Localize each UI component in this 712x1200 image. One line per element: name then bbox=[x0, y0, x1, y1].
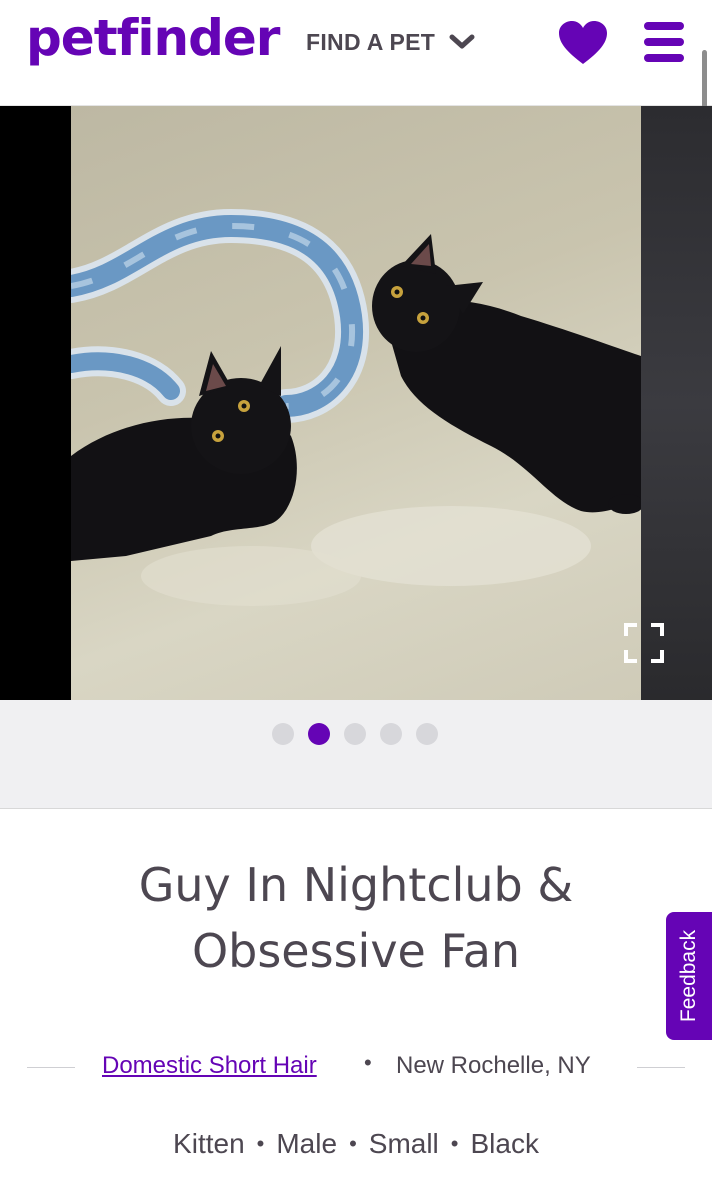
pet-name-heading: Guy In Nightclub & Obsessive Fan bbox=[60, 852, 652, 984]
carousel-pagination bbox=[0, 700, 712, 809]
cats-photo-illustration bbox=[71, 208, 641, 606]
pagination-dot[interactable] bbox=[416, 723, 438, 745]
feedback-tab[interactable]: Feedback bbox=[666, 912, 712, 1040]
breed-link[interactable]: Domestic Short Hair bbox=[102, 1052, 317, 1080]
chevron-down-icon bbox=[449, 34, 475, 49]
separator-dot: • bbox=[364, 1050, 372, 1075]
pet-name-line-2: Obsessive Fan bbox=[191, 924, 521, 978]
separator-dot: • bbox=[450, 1131, 459, 1156]
next-photo-preview[interactable] bbox=[641, 106, 712, 700]
separator-dot: • bbox=[256, 1131, 265, 1156]
breed-location-row: Domestic Short Hair • New Rochelle, NY bbox=[0, 1046, 712, 1086]
pet-name-line-1: Guy In Nightclub & bbox=[138, 858, 574, 912]
separator-dot: • bbox=[349, 1131, 357, 1156]
pet-photo[interactable] bbox=[71, 106, 641, 700]
registered-mark: ® bbox=[262, 40, 268, 49]
pet-location: New Rochelle, NY bbox=[396, 1052, 591, 1079]
site-header: petfinder ® FIND A PET bbox=[0, 0, 712, 106]
find-a-pet-menu[interactable]: FIND A PET bbox=[306, 26, 475, 58]
pagination-dot[interactable] bbox=[272, 723, 294, 745]
divider-left bbox=[27, 1067, 75, 1068]
expand-icon[interactable] bbox=[623, 622, 665, 664]
pet-attributes: Kitten • Male • Small • Black bbox=[0, 1128, 712, 1168]
photo-carousel[interactable] bbox=[0, 106, 712, 700]
petfinder-logo[interactable]: petfinder bbox=[26, 6, 280, 70]
pagination-dot[interactable] bbox=[344, 723, 366, 745]
find-a-pet-label: FIND A PET bbox=[306, 28, 436, 55]
attribute-sex: Male bbox=[276, 1128, 338, 1159]
pagination-dot-active[interactable] bbox=[308, 723, 330, 745]
pagination-dot[interactable] bbox=[380, 723, 402, 745]
heart-icon[interactable] bbox=[557, 20, 609, 66]
pagination-dots bbox=[272, 723, 438, 745]
attribute-age: Kitten bbox=[173, 1128, 245, 1159]
divider-right bbox=[637, 1067, 685, 1068]
feedback-label: Feedback bbox=[677, 929, 700, 1023]
attribute-size: Small bbox=[368, 1128, 439, 1159]
hamburger-menu-icon[interactable] bbox=[643, 20, 685, 64]
attribute-color: Black bbox=[470, 1128, 539, 1159]
